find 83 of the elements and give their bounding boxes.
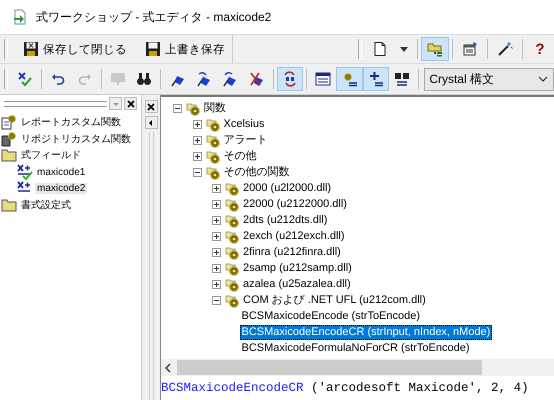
tree-item[interactable]: リポジトリカスタム関数 <box>19 132 133 146</box>
tree-item[interactable]: その他の関数 <box>222 164 292 180</box>
gear-folder-icon <box>225 276 239 292</box>
gear-folder-icon <box>206 164 220 180</box>
expand-icon[interactable] <box>192 136 202 144</box>
expand-icon[interactable] <box>212 264 221 272</box>
folder-icon <box>1 147 17 164</box>
tree-item[interactable]: アラート <box>222 132 270 148</box>
function-tree-button[interactable] <box>336 67 363 91</box>
expand-icon[interactable] <box>212 248 221 256</box>
collapse-button[interactable] <box>144 116 158 129</box>
gear-folder-icon <box>186 100 200 116</box>
tree-item[interactable]: 書式設定式 <box>19 198 73 212</box>
expand-icon[interactable] <box>212 200 221 208</box>
binoculars-icon <box>136 71 152 87</box>
expand-icon[interactable] <box>212 216 221 224</box>
close-button[interactable] <box>124 97 137 110</box>
gear-folder-icon <box>225 292 239 308</box>
expand-icon[interactable] <box>192 152 202 160</box>
gear-folder-icon <box>225 180 239 196</box>
floppy-icon <box>145 41 161 57</box>
flag-arrow-icon <box>222 71 238 87</box>
gear-folder-icon <box>206 116 220 132</box>
folder-tree-button[interactable] <box>421 37 449 61</box>
plus-list-icon <box>368 71 384 87</box>
tree-item[interactable]: Xcelsius <box>222 116 266 132</box>
expand-icon[interactable] <box>212 184 221 192</box>
expand-icon[interactable] <box>212 280 221 288</box>
gear-folder-icon <box>206 148 220 164</box>
gear-folder-icon <box>225 260 239 276</box>
gear-folder-icon <box>225 212 239 228</box>
tree-item[interactable]: 2dts (u212dts.dll) <box>241 212 330 228</box>
folder-icon <box>1 197 17 214</box>
expand-icon[interactable] <box>212 232 221 240</box>
tree-item[interactable]: 22000 (u2122000.dll) <box>241 196 349 212</box>
tree-item[interactable]: 関数 <box>202 100 228 116</box>
list-icon <box>315 71 332 87</box>
tree-item[interactable]: maxicode1 <box>35 166 88 178</box>
page-icon <box>372 41 388 57</box>
operator-tree-button[interactable] <box>362 67 390 91</box>
collapse-icon[interactable] <box>192 168 202 176</box>
grid-icon <box>394 71 410 87</box>
database-gear-icon <box>1 130 17 147</box>
formula-text[interactable]: BCSMaxicodeEncodeCR ('arcodesoft Maxicode', 2, 4) <box>161 376 554 400</box>
tree-item[interactable]: 2exch (u212exch.dll) <box>241 228 347 244</box>
flag-cross-icon <box>248 71 265 87</box>
tree-item[interactable]: maxicode2 <box>35 183 88 194</box>
function-item[interactable]: BCSMaxicodeFormulaNoForCR (strToEncode) <box>240 340 472 356</box>
window-icon <box>462 41 478 57</box>
collapse-icon[interactable] <box>212 296 221 304</box>
tree-item[interactable]: azalea (u25azalea.dll) <box>241 276 353 292</box>
save-close-button[interactable]: 保存して閉じる <box>12 37 134 61</box>
tree-item[interactable]: 式フィールド <box>19 148 83 162</box>
app-icon <box>12 9 28 25</box>
close-icon <box>146 102 156 112</box>
help-button[interactable]: ? <box>526 37 554 61</box>
gear-folder-icon <box>225 228 239 244</box>
gear-list-icon <box>342 71 358 87</box>
collapse-icon[interactable] <box>173 104 182 112</box>
gear-folder-icon <box>206 132 220 148</box>
flag-arrow-icon <box>196 71 212 87</box>
window-title: 式ワークショップ - 式エディタ - maxicode2 <box>36 8 272 26</box>
save-button[interactable]: 上書き保存 <box>134 37 232 61</box>
function-item[interactable]: BCSMaxicodeEncodeCR (strInput, nIndex, nMode) <box>240 324 492 340</box>
function-item[interactable]: BCSMaxicodeEncode (strToEncode) <box>240 308 422 324</box>
tree-item[interactable]: 2samp (u212samp.dll) <box>241 260 354 276</box>
floppy-cross-icon <box>23 41 39 57</box>
gear-folder-icon <box>225 244 239 260</box>
wand-icon <box>497 41 513 57</box>
tree-item[interactable]: レポートカスタム関数 <box>19 115 123 130</box>
syntax-dropdown[interactable]: Crystal 構文 <box>424 68 554 90</box>
comment-icon <box>110 71 126 87</box>
close-icon <box>126 98 136 108</box>
tree-item[interactable]: その他 <box>222 148 258 164</box>
x-tick-icon <box>17 71 34 87</box>
tree-item[interactable]: 2finra (u212finra.dll) <box>241 244 343 260</box>
gear-folder-icon <box>225 196 239 212</box>
tree-item[interactable]: 2000 (u2l2000.dll) <box>241 180 334 196</box>
close-button[interactable] <box>144 100 158 113</box>
expand-icon[interactable] <box>192 120 202 128</box>
folder-list-icon <box>427 41 443 57</box>
tree-item[interactable]: COM および .NET UFL (u212com.dll) <box>241 292 428 308</box>
redo-icon <box>76 71 93 87</box>
